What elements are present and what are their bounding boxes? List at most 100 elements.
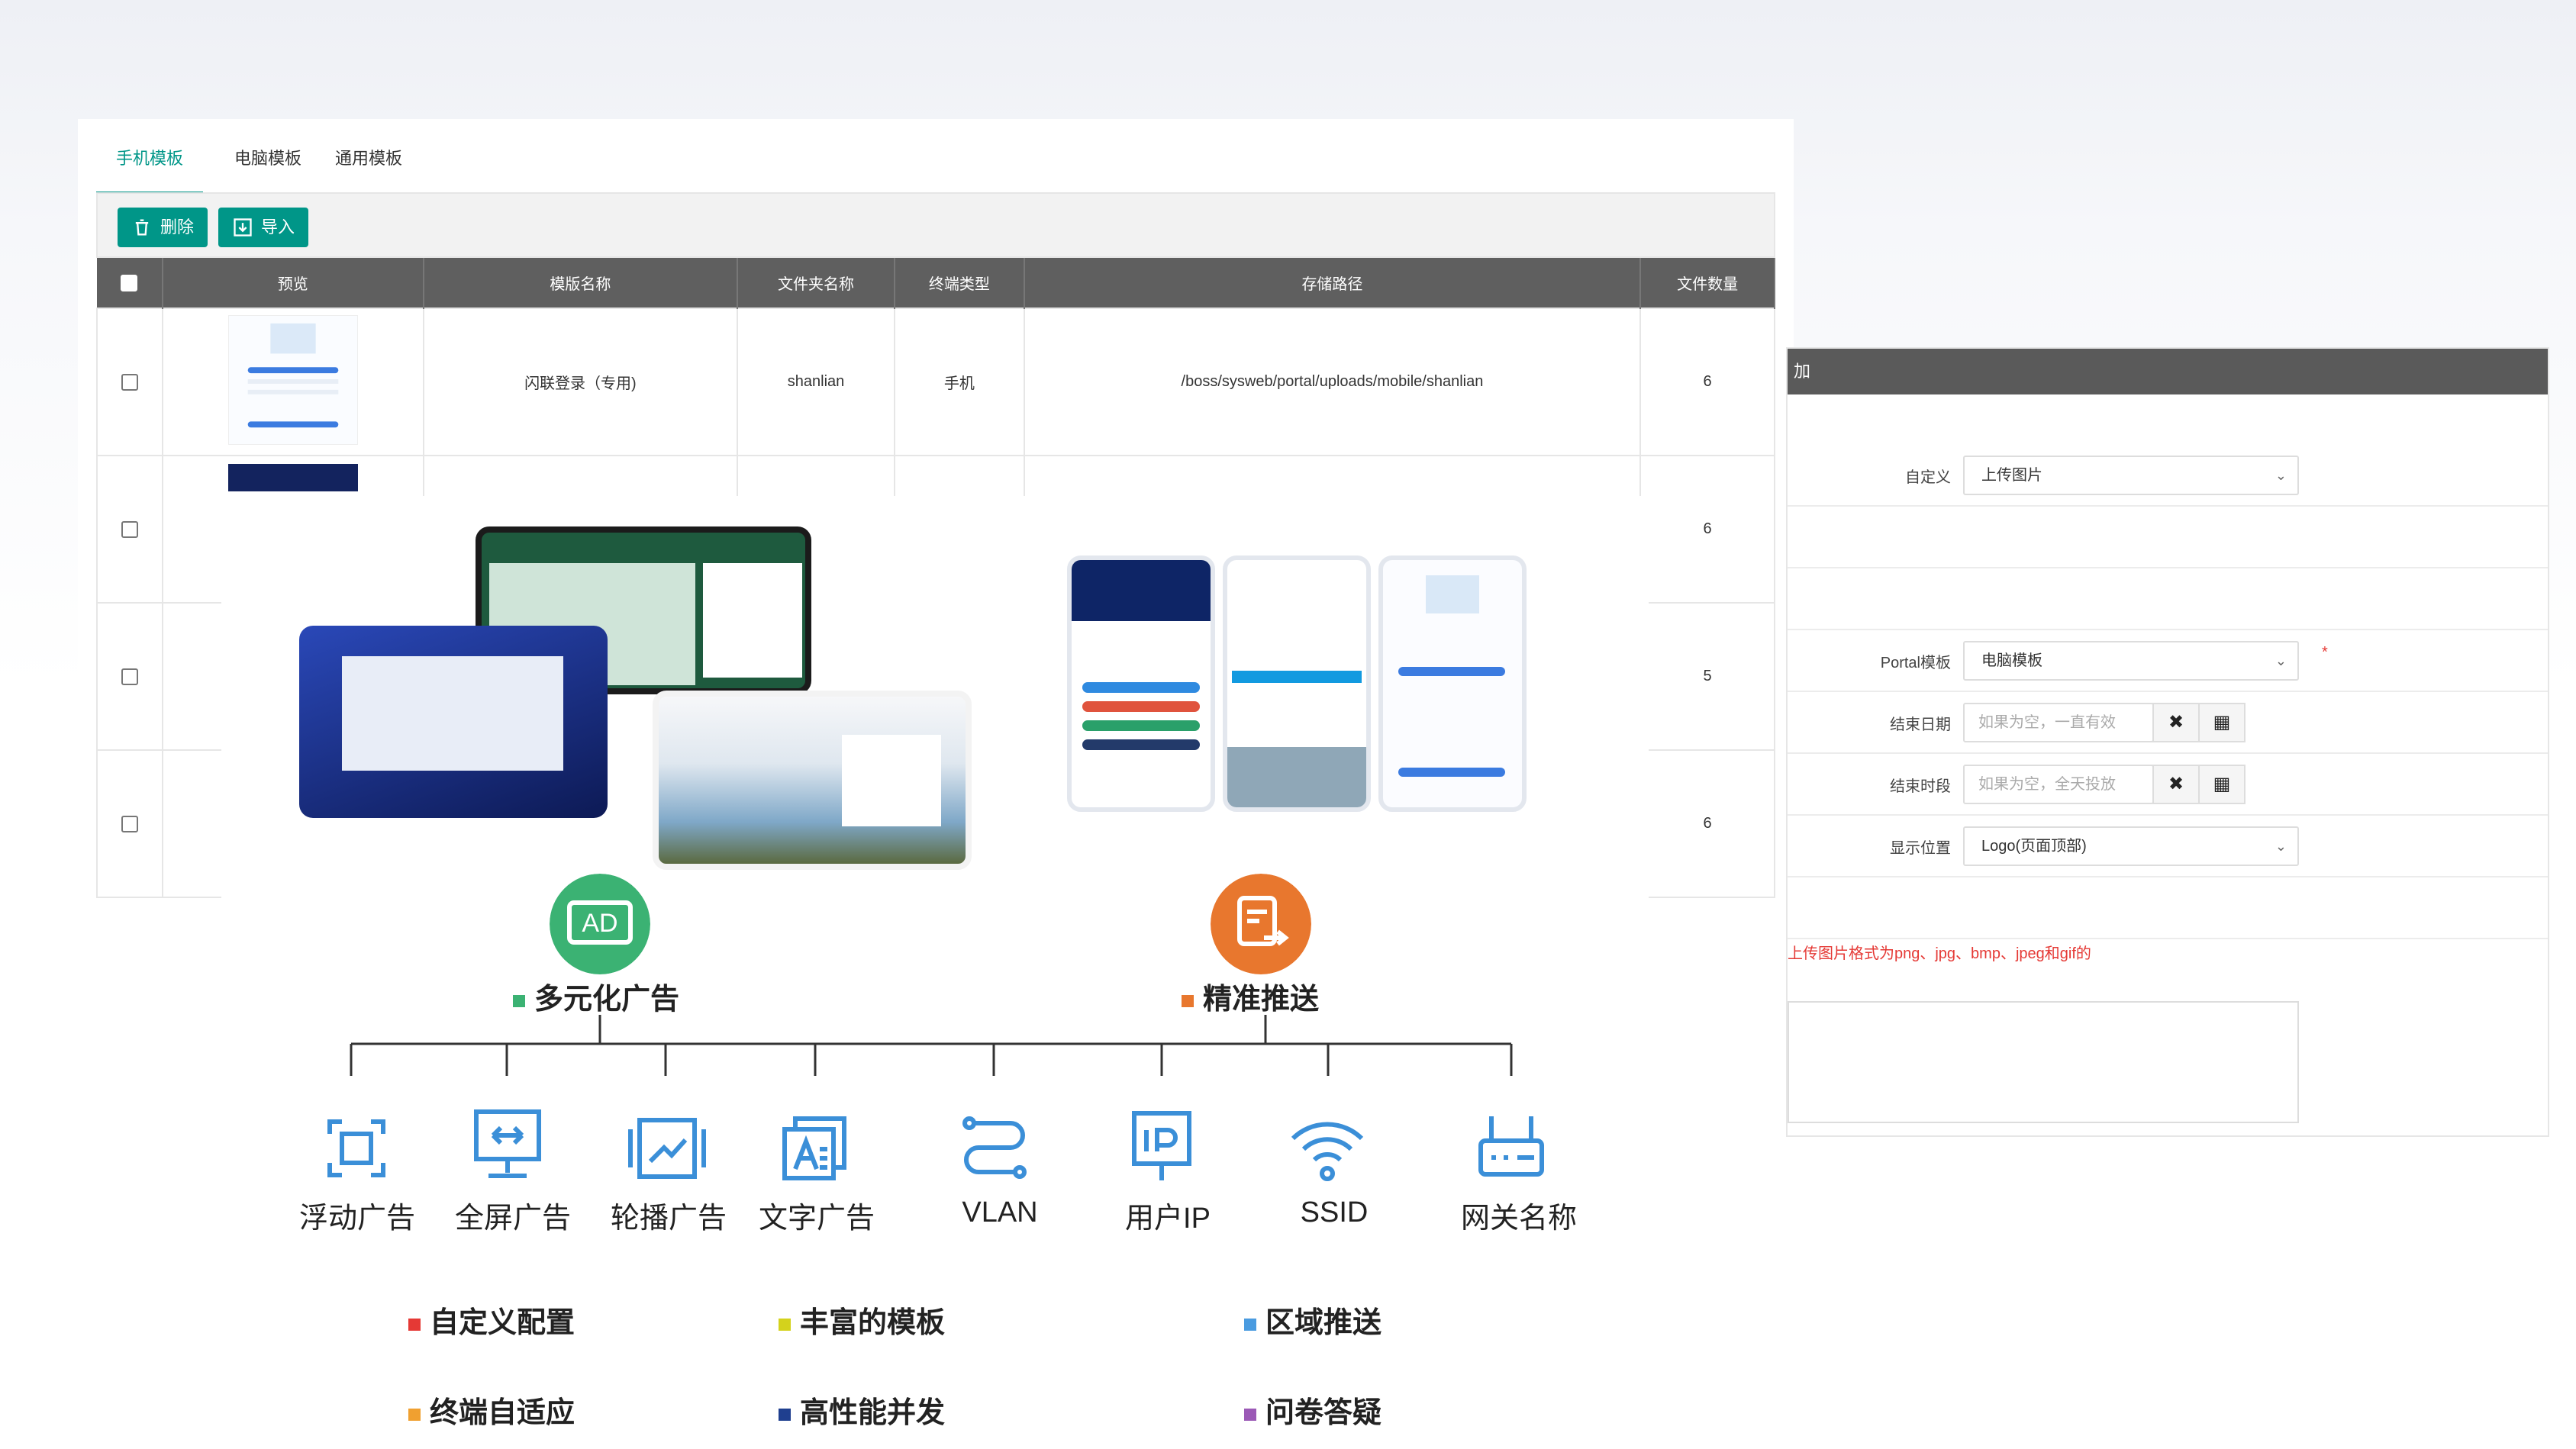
gateway-name-label: 网关名称 xyxy=(1460,1203,1577,1235)
end-period-calendar-button[interactable]: ▦ xyxy=(2198,765,2246,804)
row-checkbox[interactable] xyxy=(121,815,138,832)
form-row-blank xyxy=(1788,877,2548,939)
portal-template-label: Portal模板 xyxy=(1880,655,1951,671)
bullet-square xyxy=(1244,1408,1256,1421)
precise-push-title-text: 精准推送 xyxy=(1203,984,1320,1016)
form-row-portal: Portal模板 电脑模板 ⌄ * xyxy=(1788,630,2548,692)
custom-label: 自定义 xyxy=(1905,469,1951,486)
folder-name-cell: shanlian xyxy=(737,308,895,456)
ad-form-card: 加 自定义 上传图片 ⌄ Portal模板 电脑模板 ⌄ * 结束日期 如果为空… xyxy=(1786,347,2549,1137)
phone-mockup xyxy=(1223,555,1371,812)
table-row: 闪联登录（专用) shanlian 手机 /boss/sysweb/portal… xyxy=(96,308,1775,456)
file-count-cell: 6 xyxy=(1639,749,1775,898)
description-textarea[interactable] xyxy=(1788,1001,2299,1123)
terminal-type-cell: 手机 xyxy=(893,308,1025,456)
bullet-square xyxy=(779,1408,791,1421)
precise-push-icon xyxy=(1211,874,1311,974)
close-icon: ✖ xyxy=(2168,712,2184,733)
display-position-select[interactable]: Logo(页面顶部) ⌄ xyxy=(1963,826,2299,866)
template-preview-thumbnail[interactable] xyxy=(227,464,358,491)
tree-connectors xyxy=(350,1015,1513,1076)
row-checkbox[interactable] xyxy=(121,668,138,685)
ad-badge-text: AD xyxy=(582,909,617,938)
column-header: 文件夹名称 xyxy=(737,258,895,308)
display-position-label: 显示位置 xyxy=(1890,840,1951,857)
monitor-mockup xyxy=(653,691,972,870)
end-period-label: 结束时段 xyxy=(1890,778,1951,795)
end-date-input[interactable]: 如果为空，一直有效 xyxy=(1963,703,2154,742)
tab-common-template[interactable]: 通用模板 xyxy=(315,136,422,195)
bullet-square xyxy=(408,1408,421,1421)
ssid-label: SSID xyxy=(1300,1196,1369,1228)
row-select-cell[interactable] xyxy=(96,308,163,456)
display-position-value: Logo(页面顶部) xyxy=(1981,838,2087,855)
end-period-input[interactable]: 如果为空，全天投放 xyxy=(1963,765,2154,804)
vlan-label: VLAN xyxy=(962,1196,1038,1228)
tag-custom-config: 自定义配置 xyxy=(408,1299,575,1341)
tag-rich-templates: 丰富的模板 xyxy=(779,1299,945,1341)
floating-ad-icon xyxy=(327,1119,385,1177)
tablet-mockup xyxy=(299,626,608,818)
form-row-blank xyxy=(1788,507,2548,568)
file-count-cell: 6 xyxy=(1639,455,1775,604)
table-header-row: 预览 模版名称 文件夹名称 终端类型 存储路径 文件数量 xyxy=(97,258,1775,308)
storage-path-cell: /boss/sysweb/portal/uploads/mobile/shanl… xyxy=(1023,308,1642,456)
tag-high-concurrency: 高性能并发 xyxy=(779,1389,945,1431)
calendar-icon: ▦ xyxy=(2213,712,2231,733)
custom-select-value: 上传图片 xyxy=(1981,467,2042,484)
required-mark: * xyxy=(2322,644,2328,661)
tab-mobile-template[interactable]: 手机模板 xyxy=(96,136,204,195)
delete-button[interactable]: 删除 xyxy=(118,208,208,247)
trash-icon xyxy=(135,219,149,236)
tag-label: 区域推送 xyxy=(1265,1307,1382,1339)
fullscreen-ad-label: 全屏广告 xyxy=(454,1203,571,1235)
user-ip-label: 用户IP xyxy=(1125,1203,1211,1235)
tag-label: 问卷答疑 xyxy=(1265,1397,1382,1429)
row-select-cell[interactable] xyxy=(96,602,163,751)
preview-cell xyxy=(161,308,424,456)
gateway-router-icon xyxy=(1478,1116,1544,1177)
file-count-cell: 6 xyxy=(1639,308,1775,456)
carousel-ad-label: 轮播广告 xyxy=(610,1203,727,1235)
phone-mockup xyxy=(1378,555,1527,812)
tag-label: 高性能并发 xyxy=(800,1397,946,1429)
template-tabs: 手机模板 电脑模板 通用模板 xyxy=(96,136,1775,195)
bullet-square xyxy=(408,1318,421,1331)
template-preview-thumbnail[interactable] xyxy=(227,314,358,445)
row-select-cell[interactable] xyxy=(96,749,163,898)
delete-button-label: 删除 xyxy=(160,217,195,237)
column-header: 模版名称 xyxy=(423,258,739,308)
import-button[interactable]: 导入 xyxy=(218,208,309,247)
portal-template-select[interactable]: 电脑模板 ⌄ xyxy=(1963,641,2299,681)
carousel-ad-icon xyxy=(628,1118,706,1179)
import-button-label: 导入 xyxy=(261,217,295,237)
chevron-down-icon: ⌄ xyxy=(2275,468,2287,483)
import-icon xyxy=(234,218,252,237)
calendar-icon: ▦ xyxy=(2213,774,2231,794)
clear-end-period-button[interactable]: ✖ xyxy=(2152,765,2200,804)
upload-format-hint: 上传图片格式为png、jpg、bmp、jpeg和gif的 xyxy=(1788,945,2091,962)
row-select-cell[interactable] xyxy=(96,455,163,604)
clear-end-date-button[interactable]: ✖ xyxy=(2152,703,2200,742)
row-checkbox[interactable] xyxy=(121,373,138,391)
ad-badge-icon: AD xyxy=(550,874,650,974)
custom-select[interactable]: 上传图片 ⌄ xyxy=(1963,456,2299,495)
row-checkbox[interactable] xyxy=(121,520,138,538)
select-all-cell[interactable] xyxy=(97,258,163,308)
tag-label: 自定义配置 xyxy=(430,1307,575,1339)
form-row-position: 显示位置 Logo(页面顶部) ⌄ xyxy=(1788,816,2548,877)
vlan-icon xyxy=(962,1116,1027,1179)
form-row-end-period: 结束时段 如果为空，全天投放 ✖ ▦ xyxy=(1788,754,2548,816)
tag-label: 丰富的模板 xyxy=(800,1307,946,1339)
tag-region-push: 区域推送 xyxy=(1244,1299,1381,1341)
select-all-checkbox[interactable] xyxy=(121,274,138,291)
portal-template-value: 电脑模板 xyxy=(1981,652,2042,669)
end-date-calendar-button[interactable]: ▦ xyxy=(2198,703,2246,742)
bullet-square xyxy=(513,994,525,1007)
tag-terminal-adaptive: 终端自适应 xyxy=(408,1389,575,1431)
column-header: 预览 xyxy=(162,258,424,308)
column-header: 终端类型 xyxy=(894,258,1025,308)
toolbar: 删除 导入 xyxy=(96,192,1775,258)
tab-pc-template[interactable]: 电脑模板 xyxy=(214,136,321,195)
bullet-square xyxy=(779,1318,791,1331)
